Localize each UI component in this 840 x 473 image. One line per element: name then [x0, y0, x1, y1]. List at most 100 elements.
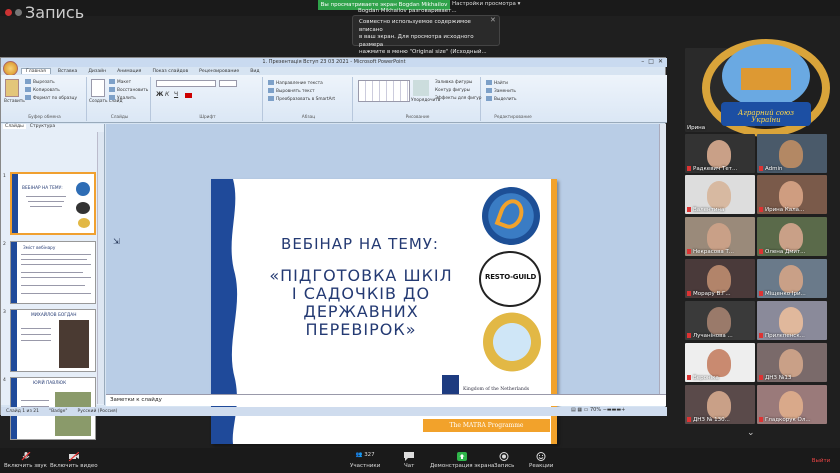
participant-tile[interactable]: Валентина: [685, 175, 755, 214]
underline-icon[interactable]: Ч: [174, 91, 178, 98]
tab-insert[interactable]: Вставка: [54, 69, 81, 74]
layout-button[interactable]: Макет: [109, 79, 131, 85]
slide-thumbnail-3[interactable]: МИХАЙЛОВ БОГДАН: [10, 309, 96, 372]
unmute-button[interactable]: Включить звук: [4, 452, 47, 469]
thumbnail-number: 3: [3, 310, 6, 315]
participant-tile[interactable]: Міщенко Іри...: [757, 259, 827, 298]
group-label: Слайды: [110, 115, 129, 120]
paste-icon[interactable]: [5, 79, 19, 97]
cut-button[interactable]: Вырезать: [25, 79, 55, 85]
participant-tile[interactable]: Лучанінова ...: [685, 301, 755, 340]
tab-review[interactable]: Рецензирование: [195, 69, 243, 74]
participant-tile[interactable]: Прилєпенск...: [757, 301, 827, 340]
name-text: Ирина Кала...: [765, 207, 805, 213]
delete-button[interactable]: Удалить: [109, 95, 136, 101]
share-screen-button[interactable]: Демонстрация экрана: [430, 452, 494, 469]
smartart-label: Преобразовать в SmartArt: [276, 97, 336, 102]
text-direction-button[interactable]: Направление текста: [268, 80, 323, 86]
tab-design[interactable]: Дизайн: [84, 69, 110, 74]
name-text: Валентина: [693, 207, 725, 213]
slide-scrollbar[interactable]: [659, 124, 666, 394]
arrange-icon[interactable]: [413, 80, 429, 96]
zoom-slider[interactable]: −▬▬▬+: [603, 407, 626, 413]
smartart-button[interactable]: Преобразовать в SmartArt: [268, 96, 335, 102]
name-text: Міщенко Іри...: [765, 291, 806, 297]
zoom-control[interactable]: ▤ ▦ ▭ 70% −▬▬▬+: [571, 407, 625, 413]
slide-thumbnail-1[interactable]: ВЕБІНАР НА ТЕМУ:: [10, 172, 96, 235]
thumb-text-line: [21, 293, 91, 294]
participant-tile[interactable]: Вероніка: [685, 343, 755, 382]
slide-title: ВЕБІНАР НА ТЕМУ:: [281, 235, 439, 253]
font-color-icon[interactable]: [185, 93, 192, 98]
slide-thumbnail-2[interactable]: Зміст вебінару: [10, 241, 96, 304]
participant-tile[interactable]: Гладкорук Ол...: [757, 385, 827, 424]
close-icon[interactable]: ✕: [490, 16, 496, 24]
new-slide-icon[interactable]: [91, 79, 105, 97]
paste-button[interactable]: Вставить: [4, 99, 25, 104]
notes-pane[interactable]: Заметки к слайду: [106, 394, 666, 406]
language[interactable]: Русский (Россия): [77, 409, 117, 414]
video-feed: [707, 223, 731, 251]
tab-home[interactable]: Главная: [21, 68, 51, 74]
outline-button[interactable]: Контур фигуры: [435, 88, 470, 93]
tab-slideshow[interactable]: Показ слайдов: [148, 69, 192, 74]
start-video-label: Включить видео: [50, 463, 98, 469]
shapes-gallery[interactable]: [358, 80, 410, 102]
tab-animation[interactable]: Анимация: [113, 69, 145, 74]
mic-muted-icon: [21, 452, 30, 461]
start-video-button[interactable]: Включить видео: [50, 452, 98, 469]
window-title: 1. Презентація Вступ 23 03 2021 - Micros…: [1, 58, 667, 67]
format-painter-button[interactable]: Формат по образцу: [25, 95, 77, 101]
recording-indicator[interactable]: Запись: [5, 3, 84, 22]
participant-tile[interactable]: Олена Дмит...: [757, 217, 827, 256]
view-options-button[interactable]: Настройки просмотра ▾: [452, 1, 520, 7]
subtitle-line: ПЕРЕВІРОК»: [305, 320, 417, 339]
chat-button[interactable]: Чат: [404, 452, 414, 469]
participant-tile[interactable]: Морару В.Г...: [685, 259, 755, 298]
copy-button[interactable]: Копировать: [25, 87, 60, 93]
tab-outline[interactable]: Структура: [30, 124, 55, 129]
font-name-box[interactable]: [156, 80, 216, 87]
tab-view[interactable]: Вид: [246, 69, 263, 74]
leave-button[interactable]: Выйти: [809, 455, 833, 467]
reactions-button[interactable]: Реакции: [529, 452, 553, 469]
chevron-down-icon[interactable]: ⌄: [747, 428, 755, 438]
mic-muted-icon: [687, 375, 691, 380]
align-text-button[interactable]: Выровнять текст: [268, 88, 315, 94]
minimize-icon[interactable]: –: [641, 58, 644, 65]
participant-tile[interactable]: Admin: [757, 134, 827, 173]
find-button[interactable]: Найти: [486, 80, 508, 86]
participant-tile[interactable]: Радкевич Тет...: [685, 134, 755, 173]
font-size-box[interactable]: [219, 80, 237, 87]
pause-icon[interactable]: [15, 9, 22, 16]
reset-button[interactable]: Восстановить: [109, 87, 148, 93]
effects-button[interactable]: Эффекты для фигур: [435, 96, 482, 101]
participant-tile[interactable]: Некрасова Т...: [685, 217, 755, 256]
close-icon[interactable]: ✕: [658, 58, 663, 65]
thumb-title: ЮРІЙ ПАВЛЮК: [33, 381, 67, 386]
maximize-icon[interactable]: □: [648, 58, 654, 65]
fill-button[interactable]: Заливка фигуры: [435, 80, 472, 85]
tab-slides[interactable]: Слайды: [3, 124, 26, 129]
panel-scrollbar[interactable]: [97, 132, 104, 404]
mic-muted-icon: [759, 249, 763, 254]
replace-button[interactable]: Заменить: [486, 88, 516, 94]
view-show-icon[interactable]: ▭: [584, 407, 589, 413]
unmute-label: Включить звук: [4, 463, 48, 469]
participants-button[interactable]: 👥 327 Участники: [350, 452, 380, 469]
participant-tile[interactable]: ДНЗ №13: [757, 343, 827, 382]
mic-muted-icon: [687, 333, 691, 338]
record-button[interactable]: Запись: [494, 452, 514, 469]
select-button[interactable]: Выделить: [486, 96, 517, 102]
thumbnail-number: 2: [3, 242, 6, 247]
participant-name: Вероніка: [687, 375, 719, 381]
view-sorter-icon[interactable]: ▦: [577, 407, 582, 413]
participant-tile[interactable]: Ирина Кала...: [757, 175, 827, 214]
italic-icon[interactable]: К: [165, 91, 169, 98]
view-normal-icon[interactable]: ▤: [571, 407, 576, 413]
video-feed: [707, 265, 731, 293]
participant-tile[interactable]: ДНЗ № 130...: [685, 385, 755, 424]
mic-muted-icon: [759, 417, 763, 422]
bold-icon[interactable]: Ж: [156, 91, 163, 98]
notes-placeholder: Заметки к слайду: [110, 397, 162, 403]
